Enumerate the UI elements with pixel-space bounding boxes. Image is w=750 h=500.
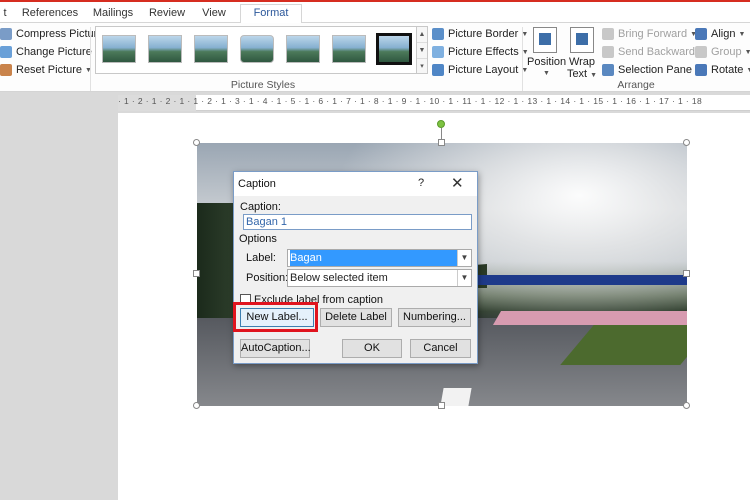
reset-picture-icon (0, 64, 12, 76)
change-picture-icon (0, 46, 12, 58)
rotate-button[interactable]: Rotate ▼ (695, 62, 750, 78)
road-stripe (440, 388, 472, 406)
picture-style-thumbnail[interactable] (332, 35, 366, 63)
help-button[interactable]: ? (418, 177, 424, 189)
picture-style-thumbnail[interactable] (194, 35, 228, 63)
resize-handle[interactable] (438, 139, 445, 146)
ribbon: Compress Pictures Change Picture Reset P… (0, 23, 750, 92)
group-icon (695, 46, 707, 58)
picture-styles-gallery (95, 26, 417, 74)
picture-style-thumbnail[interactable] (148, 35, 182, 63)
tab-view[interactable]: View (196, 5, 232, 24)
compress-pictures-button[interactable]: Compress Pictures (0, 26, 109, 42)
caption-dialog: Caption ? ✕ Caption: Bagan 1 Options Lab… (233, 171, 478, 364)
cancel-button[interactable]: Cancel (410, 339, 471, 358)
chevron-down-icon[interactable]: ▼ (417, 43, 427, 59)
tab-mailings[interactable]: Mailings (88, 5, 138, 24)
bring-forward-icon (602, 28, 614, 40)
picture-styles-group-label: Picture Styles (230, 79, 296, 91)
tab-partial[interactable]: t (0, 5, 10, 24)
compress-icon (0, 28, 12, 40)
send-backward-button[interactable]: Send Backward ▼ (602, 44, 705, 60)
selection-pane-button[interactable]: Selection Pane (602, 62, 692, 78)
position-select[interactable]: Below selected item ▼ (287, 269, 472, 287)
picture-style-thumbnail[interactable] (240, 35, 274, 63)
highlight-box (233, 302, 318, 332)
dialog-title: Caption (238, 178, 276, 190)
picture-style-thumbnail[interactable] (102, 35, 136, 63)
wrap-text-button[interactable]: Wrap Text ▼ (566, 27, 598, 82)
chevron-down-icon: ▼ (744, 48, 750, 56)
picture-effects-icon (432, 46, 444, 58)
chevron-down-icon: ▼ (738, 30, 746, 38)
picture-style-thumbnail[interactable] (286, 35, 320, 63)
autocaption-button[interactable]: AutoCaption... (240, 339, 311, 358)
chevron-down-icon: ▼ (590, 72, 598, 79)
position-select-value: Below selected item (290, 272, 388, 284)
label-select-value: Bagan (290, 250, 458, 266)
gallery-scroll[interactable]: ▲ ▼ ▾ (416, 26, 428, 74)
picture-style-thumbnail-selected[interactable] (376, 33, 412, 65)
more-icon[interactable]: ▾ (417, 59, 427, 75)
align-button[interactable]: Align ▼ (695, 26, 745, 42)
close-button[interactable]: ✕ (451, 174, 464, 192)
group-button[interactable]: Group ▼ (695, 44, 750, 60)
chevron-up-icon[interactable]: ▲ (417, 27, 427, 43)
numbering-button[interactable]: Numbering... (398, 308, 471, 327)
delete-label-button[interactable]: Delete Label (320, 308, 392, 327)
curb (492, 311, 687, 325)
picture-layout-icon (432, 64, 444, 76)
trackside-banner (472, 275, 687, 285)
chevron-down-icon[interactable]: ▼ (457, 250, 471, 266)
rotate-handle[interactable] (437, 120, 445, 128)
group-divider (90, 27, 91, 91)
selection-pane-icon (602, 64, 614, 76)
align-icon (695, 28, 707, 40)
resize-handle[interactable] (438, 402, 445, 409)
ok-button[interactable]: OK (342, 339, 402, 358)
position-button[interactable]: Position ▼ (527, 27, 566, 80)
trees (197, 203, 237, 323)
arrange-group-label: Arrange (617, 79, 655, 91)
ruler-numbers: · 1 · 2 · 1 · 2 · 1 · 1 · 2 · 1 · 3 · 1 … (118, 96, 703, 106)
resize-handle[interactable] (683, 402, 690, 409)
resize-handle[interactable] (193, 270, 200, 277)
ribbon-tab-bar: t References Mailings Review View Format (0, 0, 750, 25)
picture-effects-button[interactable]: Picture Effects ▼ (432, 44, 529, 60)
caption-input[interactable]: Bagan 1 (243, 214, 472, 230)
position-icon (533, 27, 557, 53)
resize-handle[interactable] (683, 270, 690, 277)
resize-handle[interactable] (193, 139, 200, 146)
reset-picture-button[interactable]: Reset Picture ▼ (0, 62, 92, 78)
label-select[interactable]: Bagan ▼ (287, 249, 472, 267)
options-label: Options (239, 233, 277, 245)
horizontal-ruler[interactable]: · 1 · 2 · 1 · 2 · 1 · 1 · 2 · 1 · 3 · 1 … (118, 95, 750, 111)
resize-handle[interactable] (683, 139, 690, 146)
tab-references[interactable]: References (20, 5, 80, 24)
caption-field-label: Caption: (240, 201, 281, 213)
tab-format[interactable]: Format (240, 4, 302, 25)
bring-forward-button[interactable]: Bring Forward ▼ (602, 26, 697, 42)
send-backward-icon (602, 46, 614, 58)
picture-border-button[interactable]: Picture Border ▼ (432, 26, 528, 42)
resize-handle[interactable] (193, 402, 200, 409)
rotate-icon (695, 64, 707, 76)
change-picture-button[interactable]: Change Picture (0, 44, 92, 60)
label-field-label: Label: (246, 252, 276, 264)
wrap-text-icon (570, 27, 594, 53)
picture-layout-button[interactable]: Picture Layout ▼ (432, 62, 528, 78)
chevron-down-icon: ▼ (746, 66, 750, 74)
chevron-down-icon[interactable]: ▼ (457, 270, 471, 286)
picture-border-icon (432, 28, 444, 40)
position-field-label: Position: (246, 272, 289, 284)
tab-review[interactable]: Review (146, 5, 188, 24)
dialog-title-bar[interactable]: Caption ? ✕ (234, 172, 477, 196)
